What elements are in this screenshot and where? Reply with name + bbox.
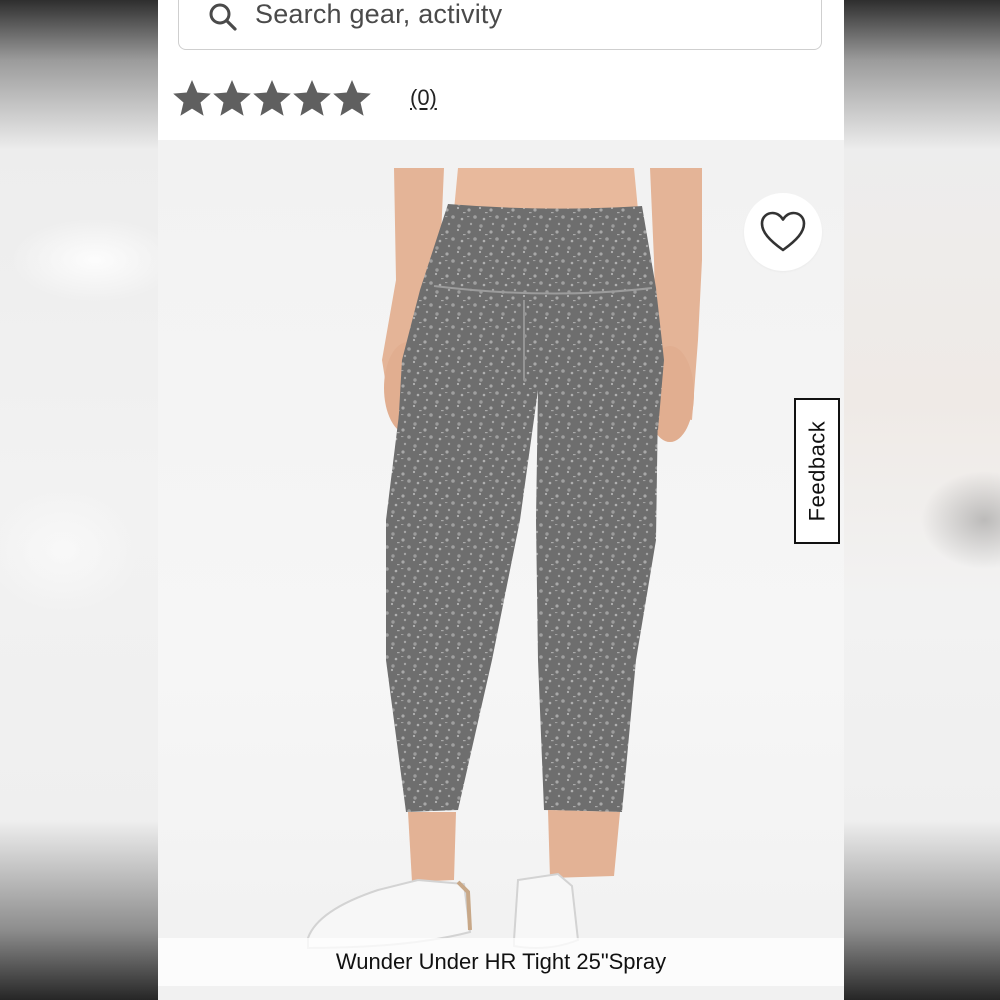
star-icon bbox=[333, 80, 371, 116]
product-page: Search gear, activity (0) Feedback Wunde… bbox=[158, 0, 844, 1000]
wishlist-button[interactable] bbox=[744, 193, 822, 271]
product-caption-bar: Wunder Under HR Tight 25"Spray bbox=[158, 938, 844, 986]
search-icon bbox=[209, 3, 237, 31]
feedback-label: Feedback bbox=[804, 420, 829, 522]
heart-icon bbox=[760, 211, 806, 252]
star-icon bbox=[173, 80, 211, 116]
star-icon bbox=[293, 80, 331, 116]
leggings-photo bbox=[307, 168, 702, 950]
search-bar[interactable]: Search gear, activity bbox=[178, 0, 822, 50]
star-icon bbox=[213, 80, 251, 116]
product-image[interactable] bbox=[158, 140, 844, 1000]
product-rating[interactable]: (0) bbox=[172, 76, 437, 120]
blurred-backdrop-left bbox=[0, 0, 158, 1000]
feedback-button[interactable]: Feedback bbox=[794, 398, 840, 544]
product-name: Wunder Under HR Tight 25"Spray bbox=[335, 949, 667, 974]
blurred-backdrop-right bbox=[842, 0, 1000, 1000]
search-input[interactable]: Search gear, activity bbox=[255, 0, 502, 30]
star-icon bbox=[253, 80, 291, 116]
review-count-link[interactable]: (0) bbox=[410, 85, 437, 111]
